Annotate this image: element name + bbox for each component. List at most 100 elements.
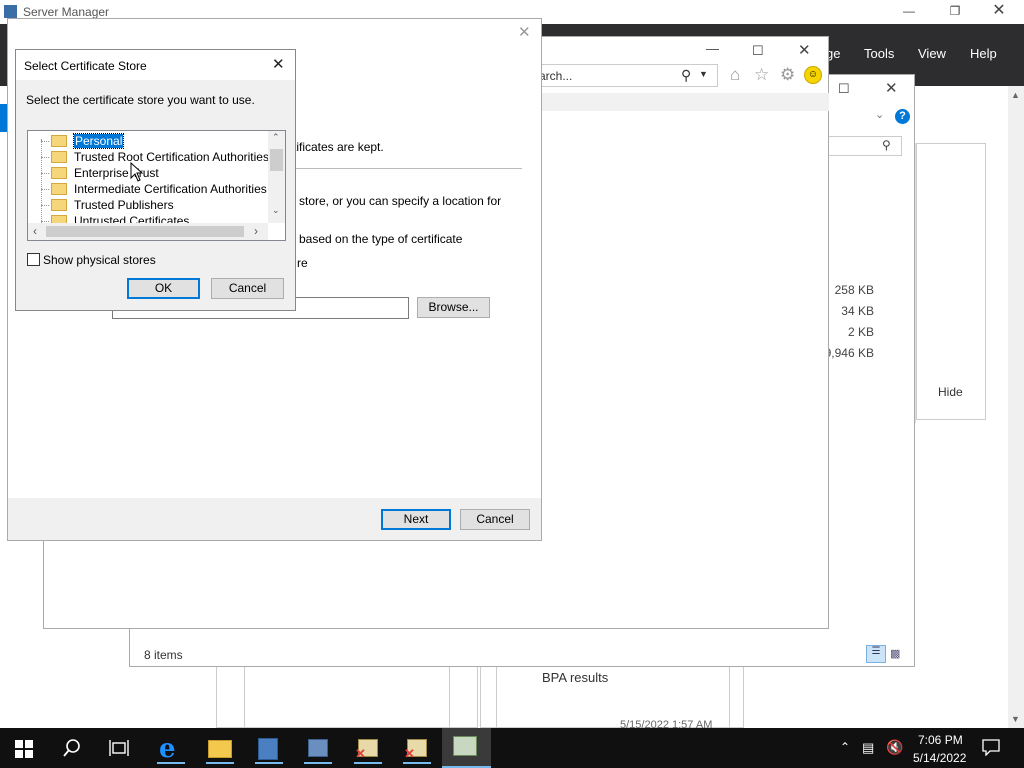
explorer-maximize-button[interactable]: ☐ xyxy=(838,81,850,97)
details-view-icon[interactable]: ☰ xyxy=(866,645,886,663)
task-view-icon[interactable] xyxy=(109,739,129,757)
tree-item-label: Personal xyxy=(72,133,125,149)
tree-item-label: Intermediate Certification Authorities xyxy=(74,182,267,196)
sm-close-button[interactable]: ✕ xyxy=(982,0,1016,24)
dialog-instruction: Select the certificate store you want to… xyxy=(26,93,255,107)
folder-icon xyxy=(51,134,67,147)
explorer-status-text: 8 items xyxy=(144,648,183,662)
sm-scroll-down-arrow[interactable]: ▼ xyxy=(1011,714,1020,724)
preview-pane xyxy=(916,143,986,420)
dialog-titlebar: Select Certificate Store ✕ xyxy=(16,50,295,80)
server-manager-title: Server Manager xyxy=(23,5,110,19)
certificate-snapin-icon[interactable]: ✕ xyxy=(402,734,432,764)
tree-connector xyxy=(41,205,49,207)
search-icon[interactable] xyxy=(62,738,82,758)
internet-explorer-icon[interactable]: e xyxy=(156,734,186,764)
browse-button[interactable]: Browse... xyxy=(417,297,490,318)
menu-view[interactable]: View xyxy=(918,46,946,61)
folder-icon xyxy=(51,166,67,179)
tree-vertical-scrollbar[interactable]: ⌃ ⌄ xyxy=(268,131,285,223)
dialog-close-button[interactable]: ✕ xyxy=(272,55,285,73)
sm-scrollbar[interactable] xyxy=(1008,86,1024,728)
scroll-right-arrow[interactable]: › xyxy=(254,224,258,238)
ie-close-button[interactable]: ✕ xyxy=(798,41,811,59)
favorites-star-icon[interactable]: ☆ xyxy=(754,65,769,85)
bpa-results-label[interactable]: BPA results xyxy=(542,670,608,685)
ie-maximize-button[interactable]: ☐ xyxy=(752,43,764,59)
tree-connector xyxy=(41,189,49,191)
file-explorer-icon[interactable] xyxy=(205,734,235,764)
explorer-close-button[interactable]: ✕ xyxy=(885,79,898,97)
tree-connector xyxy=(41,173,49,175)
gear-icon[interactable]: ⚙ xyxy=(780,65,795,85)
sm-minimize-button[interactable]: — xyxy=(892,0,926,24)
search-icon: ⚲ xyxy=(681,67,692,83)
chevron-down-icon[interactable]: ⌄ xyxy=(875,108,884,121)
wizard-text-place: re xyxy=(297,256,308,270)
action-center-icon[interactable] xyxy=(982,738,1000,756)
ok-button[interactable]: OK xyxy=(127,278,200,299)
file-size: 2 KB xyxy=(847,325,874,339)
show-physical-stores-label: Show physical stores xyxy=(43,253,156,267)
ie-minimize-button[interactable]: — xyxy=(706,41,719,56)
network-icon[interactable]: ▤ xyxy=(862,740,874,756)
folder-icon xyxy=(51,150,67,163)
tree-horizontal-scrollbar[interactable]: ‹ › xyxy=(28,223,268,240)
sm-maximize-button[interactable]: ❐ xyxy=(938,0,972,24)
smiley-icon[interactable]: ☺ xyxy=(804,66,822,84)
scroll-down-arrow[interactable]: ⌄ xyxy=(272,205,280,216)
home-icon[interactable]: ⌂ xyxy=(730,65,740,85)
certificate-store-tree[interactable]: Personal Trusted Root Certification Auth… xyxy=(27,130,286,241)
tree-connector xyxy=(41,141,49,143)
search-icon: ⚲ xyxy=(882,138,891,152)
help-icon[interactable]: ? xyxy=(895,109,910,124)
tree-item-trusted-publishers[interactable]: Trusted Publishers xyxy=(41,197,174,213)
volume-muted-icon[interactable]: 🔇 xyxy=(886,739,903,756)
menu-tools[interactable]: Tools xyxy=(864,46,894,61)
server-manager-icon xyxy=(4,5,17,18)
tree-item-label: Enterprise Trust xyxy=(74,166,159,180)
show-physical-stores-checkbox[interactable] xyxy=(27,253,40,266)
wizard-cancel-button[interactable]: Cancel xyxy=(460,509,530,530)
scroll-left-arrow[interactable]: ‹ xyxy=(33,224,37,238)
tree-item-intermediate[interactable]: Intermediate Certification Authorities xyxy=(41,181,267,197)
chevron-down-icon[interactable]: ▼ xyxy=(699,69,708,79)
large-icons-view-icon[interactable]: ▩ xyxy=(890,647,906,661)
active-taskbar-item[interactable] xyxy=(442,728,491,768)
tree-connector xyxy=(41,157,49,159)
cancel-button[interactable]: Cancel xyxy=(211,278,284,299)
file-size: 258 KB xyxy=(834,283,874,297)
mmc-icon[interactable] xyxy=(303,734,333,764)
wizard-text-store: e store, or you can specify a location f… xyxy=(289,194,502,208)
menu-help[interactable]: Help xyxy=(970,46,997,61)
tree-item-trusted-root[interactable]: Trusted Root Certification Authorities xyxy=(41,149,269,165)
ie-search-text: arch... xyxy=(539,69,573,83)
select-certificate-store-dialog: Select Certificate Store ✕ Select the ce… xyxy=(15,49,296,311)
taskbar-date[interactable]: 5/14/2022 xyxy=(913,751,966,765)
certificate-import-icon xyxy=(453,736,477,756)
windows-start-icon[interactable] xyxy=(15,740,33,758)
chevron-up-icon[interactable]: ⌃ xyxy=(840,740,850,754)
explorer-search-box[interactable] xyxy=(828,136,902,156)
tree-item-label: Trusted Root Certification Authorities xyxy=(74,150,269,164)
file-size: 9,946 KB xyxy=(824,346,874,360)
wizard-close-button[interactable]: ✕ xyxy=(518,23,531,41)
certificate-manager-icon[interactable]: ✕ xyxy=(353,734,383,764)
taskbar-time[interactable]: 7:06 PM xyxy=(918,733,963,747)
bpa-tile-inner xyxy=(244,666,450,728)
scroll-thumb[interactable] xyxy=(270,149,283,171)
hide-link[interactable]: Hide xyxy=(938,385,963,399)
folder-icon xyxy=(51,182,67,195)
tree-item-label: Trusted Publishers xyxy=(74,198,174,212)
server-manager-taskbar-icon[interactable] xyxy=(254,734,284,764)
ie-toolbar-band xyxy=(524,93,829,111)
ie-search-box[interactable]: arch... ⚲ ▼ xyxy=(524,64,718,87)
tree-item-personal[interactable]: Personal xyxy=(41,133,125,149)
dialog-title: Select Certificate Store xyxy=(24,59,147,73)
scroll-up-arrow[interactable]: ⌃ xyxy=(272,132,280,143)
wizard-text-kept: rtificates are kept. xyxy=(289,140,384,154)
sm-scroll-up-arrow[interactable]: ▲ xyxy=(1011,90,1020,100)
scroll-thumb[interactable] xyxy=(46,226,244,237)
folder-icon xyxy=(51,198,67,211)
next-button[interactable]: Next xyxy=(381,509,451,530)
